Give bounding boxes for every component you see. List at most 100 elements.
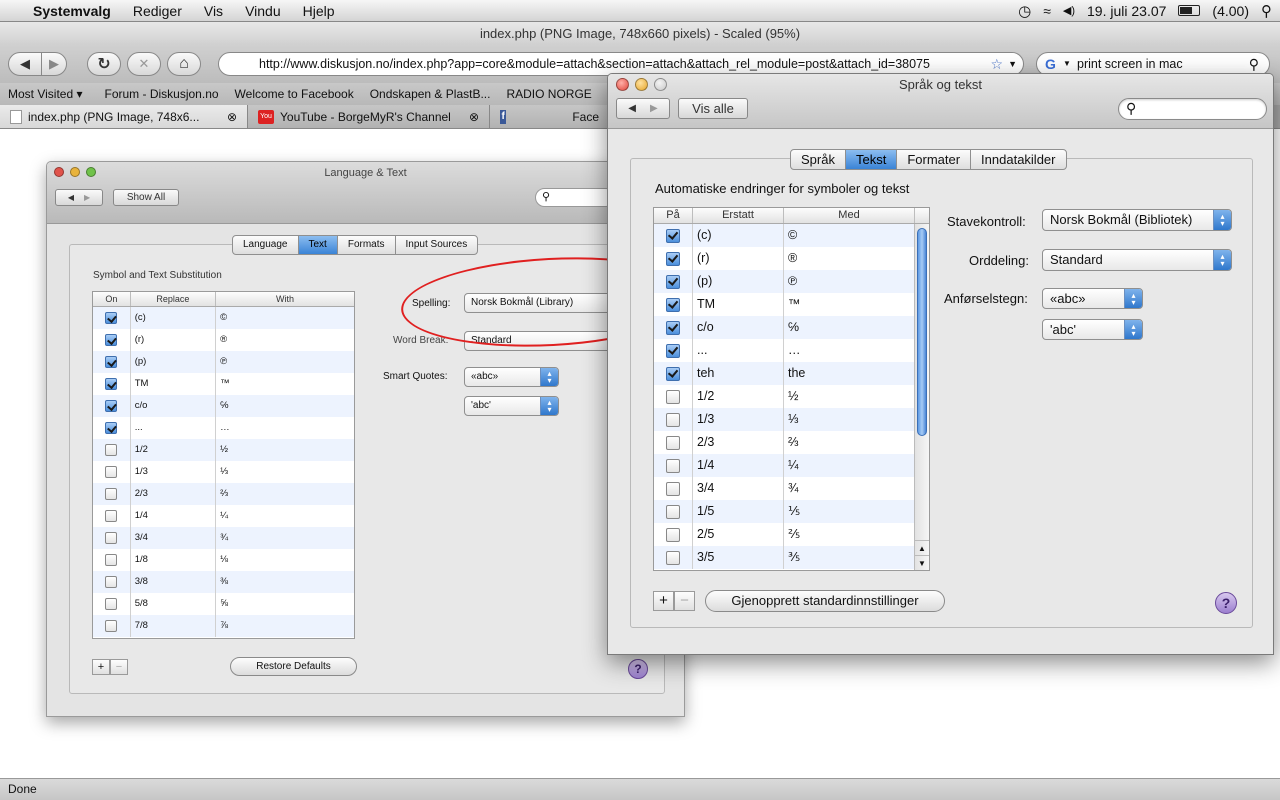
- bg-col-replace[interactable]: Replace: [131, 292, 217, 306]
- checkbox[interactable]: [666, 343, 680, 358]
- zoom-icon[interactable]: [654, 78, 667, 91]
- search-engine-dropdown-icon[interactable]: ▼: [1063, 53, 1071, 75]
- tab-sprak[interactable]: Språk: [791, 150, 846, 169]
- bg-tab-formats[interactable]: Formats: [338, 236, 396, 254]
- wifi-icon[interactable]: ≈: [1043, 3, 1051, 19]
- checkbox[interactable]: [666, 481, 680, 496]
- table-row[interactable]: 1/5 ⅕: [654, 500, 929, 523]
- bg-col-with[interactable]: With: [216, 292, 354, 306]
- bg-double-quote-popup[interactable]: «abc» ▴ ▾: [464, 367, 559, 387]
- browser-tab-facebook[interactable]: f Face: [490, 105, 610, 128]
- checkbox[interactable]: [666, 251, 680, 266]
- bg-col-on[interactable]: On: [93, 292, 131, 306]
- bg-search-field[interactable]: ⚲: [535, 188, 615, 207]
- table-row[interactable]: 1/3 ⅓: [93, 461, 354, 483]
- add-button[interactable]: +: [653, 591, 674, 611]
- table-row[interactable]: 2/3 ⅔: [654, 431, 929, 454]
- menu-help[interactable]: Hjelp: [292, 3, 346, 19]
- table-row[interactable]: 1/8 ⅛: [93, 549, 354, 571]
- bookmark-ondskapen[interactable]: Ondskapen & PlastB...: [362, 87, 499, 101]
- bg-back-forward[interactable]: ◀ ▶: [55, 189, 103, 206]
- bg-tab-language[interactable]: Language: [233, 236, 299, 254]
- bookmark-star-icon[interactable]: ☆: [988, 53, 1003, 75]
- restore-defaults-button[interactable]: Gjenopprett standardinnstillinger: [705, 590, 945, 612]
- bookmark-forum[interactable]: Forum - Diskusjon.no: [97, 87, 227, 101]
- table-row[interactable]: 7/8 ⅞: [93, 615, 354, 637]
- bg-checkbox[interactable]: [105, 598, 118, 610]
- spotlight-icon[interactable]: ⚲: [1261, 2, 1272, 20]
- browser-tab-youtube[interactable]: You YouTube - BorgeMyR's Channel ⊗: [248, 105, 490, 128]
- wordbreak-popup[interactable]: Standard ▴ ▾: [1042, 249, 1232, 271]
- tab-inndatakilder[interactable]: Inndatakilder: [971, 150, 1065, 169]
- bg-checkbox[interactable]: [105, 532, 118, 544]
- table-row[interactable]: TM ™: [654, 293, 929, 316]
- menu-app-name[interactable]: Systemvalg: [22, 3, 122, 19]
- browser-tab-index[interactable]: index.php (PNG Image, 748x6... ⊗: [0, 105, 248, 128]
- table-row[interactable]: ...…: [93, 417, 354, 439]
- col-med[interactable]: Med: [784, 208, 915, 223]
- search-icon[interactable]: ⚲: [1249, 53, 1259, 75]
- menu-view[interactable]: Vis: [193, 3, 234, 19]
- close-icon[interactable]: [616, 78, 629, 91]
- bg-show-all-button[interactable]: Show All: [113, 189, 179, 206]
- battery-icon[interactable]: [1178, 5, 1201, 16]
- table-row[interactable]: 3/8 ⅜: [93, 571, 354, 593]
- bg-tab-input-sources[interactable]: Input Sources: [396, 236, 478, 254]
- scroll-thumb[interactable]: [917, 228, 927, 436]
- bg-checkbox[interactable]: [105, 444, 118, 456]
- menu-edit[interactable]: Rediger: [122, 3, 193, 19]
- back-button[interactable]: ◀: [8, 52, 42, 76]
- tab-formater[interactable]: Formater: [897, 150, 972, 169]
- table-row[interactable]: c/o ℅: [93, 395, 354, 417]
- tab-tekst[interactable]: Tekst: [845, 150, 898, 169]
- checkbox[interactable]: [666, 366, 680, 381]
- col-pa[interactable]: På: [654, 208, 693, 223]
- close-tab-icon[interactable]: ⊗: [469, 110, 479, 124]
- checkbox[interactable]: [666, 412, 680, 427]
- bg-help-icon[interactable]: ?: [628, 659, 648, 679]
- table-row[interactable]: (c) ©: [654, 224, 929, 247]
- table-row[interactable]: 2/3 ⅔: [93, 483, 354, 505]
- double-quote-popup[interactable]: «abc» ▴ ▾: [1042, 288, 1143, 309]
- table-row[interactable]: (p) ℗: [654, 270, 929, 293]
- zoom-icon[interactable]: [86, 167, 96, 177]
- single-quote-popup[interactable]: 'abc' ▴ ▾: [1042, 319, 1143, 340]
- bg-checkbox[interactable]: [105, 510, 118, 522]
- menu-window[interactable]: Vindu: [234, 3, 292, 19]
- table-row[interactable]: ...…: [654, 339, 929, 362]
- substitution-table[interactable]: På Erstatt Med (c) © (r) ® (p) ℗ TM ™ c/o ℅... … te…: [653, 207, 930, 571]
- back-forward-control[interactable]: ◀ ▶: [616, 98, 670, 119]
- bg-single-quote-popup[interactable]: 'abc' ▴ ▾: [464, 396, 559, 416]
- bg-checkbox[interactable]: [105, 554, 118, 566]
- forward-button[interactable]: ▶: [41, 52, 67, 76]
- spelling-popup[interactable]: Norsk Bokmål (Bibliotek) ▴ ▾: [1042, 209, 1232, 231]
- table-row[interactable]: c/o ℅: [654, 316, 929, 339]
- bg-remove-button[interactable]: −: [110, 659, 128, 675]
- remove-button[interactable]: −: [674, 591, 695, 611]
- table-row[interactable]: TM ™: [93, 373, 354, 395]
- table-row[interactable]: 1/2 ½: [654, 385, 929, 408]
- bg-checkbox[interactable]: [105, 334, 118, 346]
- table-scrollbar[interactable]: ▲ ▼: [914, 224, 929, 570]
- show-all-button[interactable]: Vis alle: [678, 98, 748, 119]
- bg-checkbox[interactable]: [105, 356, 118, 368]
- bg-checkbox[interactable]: [105, 312, 118, 324]
- col-erstatt[interactable]: Erstatt: [693, 208, 784, 223]
- checkbox[interactable]: [666, 297, 680, 312]
- table-row[interactable]: (p) ℗: [93, 351, 354, 373]
- table-row[interactable]: teh the: [654, 362, 929, 385]
- battery-status[interactable]: (4.00): [1212, 3, 1249, 19]
- table-row[interactable]: (r) ®: [93, 329, 354, 351]
- bg-tab-text[interactable]: Text: [298, 236, 338, 254]
- table-row[interactable]: 2/5 ⅖: [654, 523, 929, 546]
- table-row[interactable]: 1/3 ⅓: [654, 408, 929, 431]
- close-tab-icon[interactable]: ⊗: [227, 110, 237, 124]
- search-field[interactable]: ⚲: [1118, 98, 1267, 120]
- checkbox[interactable]: [666, 320, 680, 335]
- time-machine-icon[interactable]: ◷: [1018, 2, 1031, 20]
- checkbox[interactable]: [666, 435, 680, 450]
- table-row[interactable]: 1/4 ¼: [93, 505, 354, 527]
- reload-button[interactable]: ↻: [87, 52, 121, 76]
- bg-checkbox[interactable]: [105, 466, 118, 478]
- checkbox[interactable]: [666, 527, 680, 542]
